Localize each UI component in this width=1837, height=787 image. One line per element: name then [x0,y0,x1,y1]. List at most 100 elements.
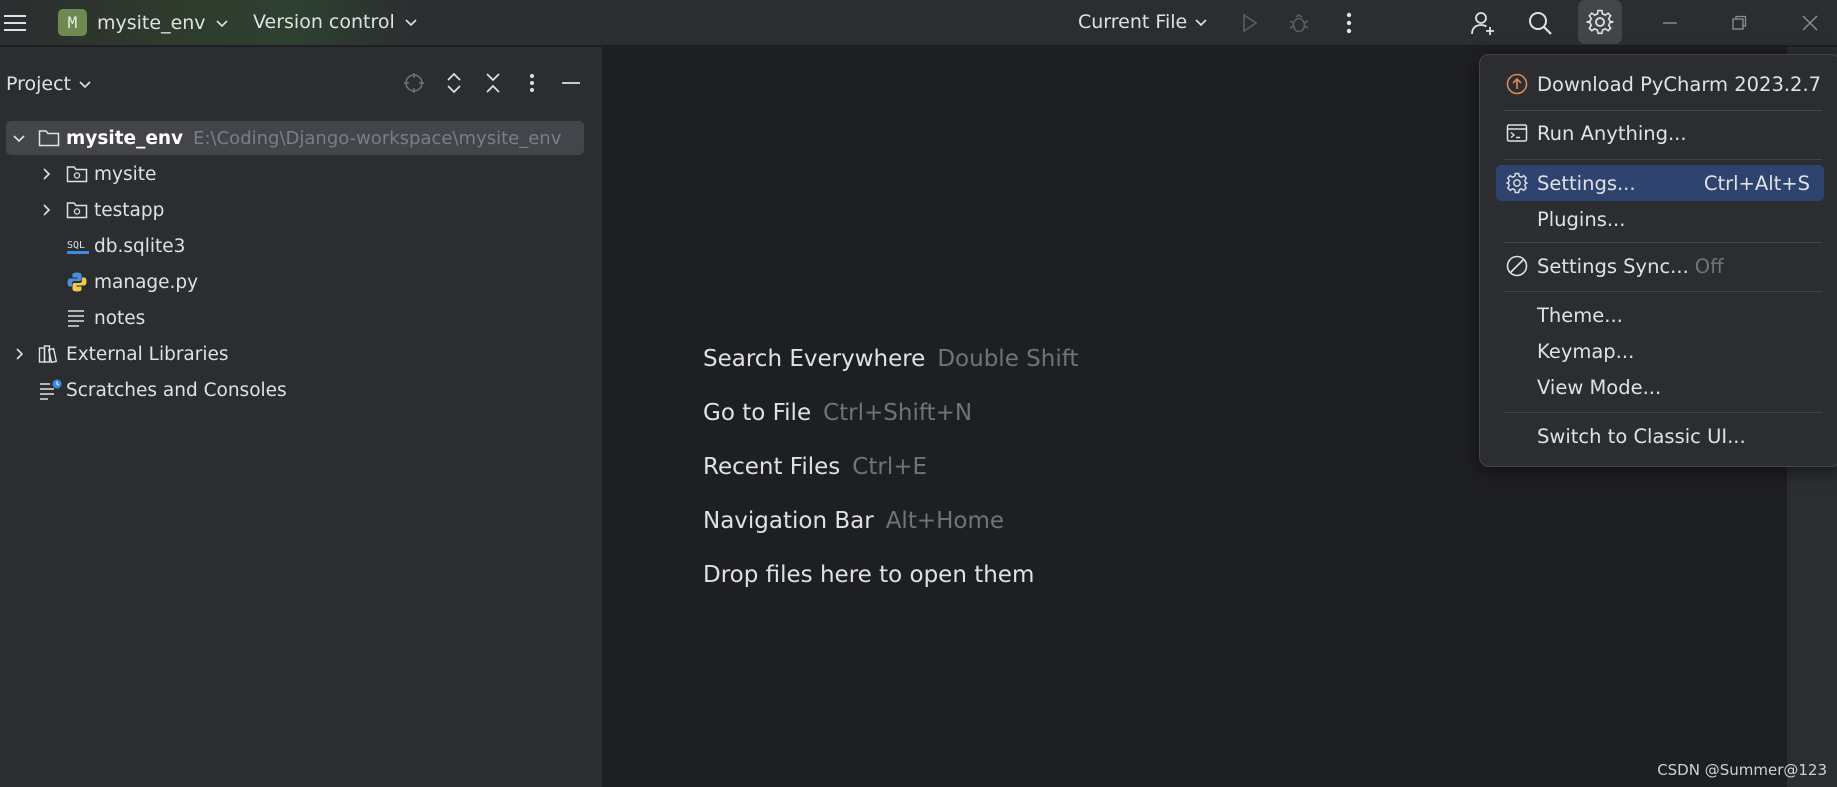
project-switcher[interactable]: M mysite_env [58,9,230,36]
chevron-right-icon [16,348,24,360]
vcs-widget[interactable]: Version control [253,11,419,33]
editor-hint: Navigation Bar Alt+Home [703,508,1004,534]
menu-separator [1504,242,1822,243]
menu-item-settings[interactable]: Settings... Ctrl+Alt+S [1496,165,1824,201]
hint-action: Navigation Bar [703,508,874,534]
tree-row-notes[interactable]: notes [6,301,584,335]
search-icon [1529,12,1552,35]
tree-row-external-libraries[interactable]: External Libraries [6,337,584,371]
hamburger-icon [4,15,26,31]
close-window-button[interactable] [1795,8,1825,38]
editor-hint: Recent Files Ctrl+E [703,454,927,480]
hint-action: Search Everywhere [703,346,926,372]
folder-icon [38,130,60,147]
tree-row-scratches[interactable]: Scratches and Consoles [6,373,584,407]
hide-panel-button[interactable] [557,69,585,97]
add-user-icon [1471,12,1494,35]
hint-action: Recent Files [703,454,841,480]
vcs-label: Version control [253,11,395,33]
menu-item-label: View Mode... [1537,375,1662,399]
menu-item-plugins[interactable]: Plugins... [1496,201,1824,237]
restore-icon [1732,15,1747,30]
chevron-down-icon [1195,19,1207,27]
update-icon [1506,73,1528,95]
libraries-icon [38,345,58,364]
tree-row-testapp[interactable]: testapp [6,193,584,227]
menu-item-theme[interactable]: Theme... [1496,297,1824,333]
minimize-icon [1663,22,1677,24]
expand-all-icon [447,72,461,94]
crosshair-icon [404,73,424,93]
project-name: mysite_env [97,11,206,34]
editor-hint: Drop files here to open them [703,562,1034,588]
tree-label: External Libraries [66,343,229,365]
tree-row-manage-py[interactable]: manage.py [6,265,584,299]
run-config-selector[interactable]: Current File [1078,11,1209,33]
chevron-right-icon [43,204,51,216]
menu-item-label: Plugins... [1537,207,1626,231]
ide-settings-button[interactable] [1578,0,1622,44]
more-vertical-icon [1346,12,1352,34]
project-view-selector[interactable]: Project [6,73,93,95]
hint-shortcut: Ctrl+E [852,454,928,480]
tree-row-mysite[interactable]: mysite [6,157,584,191]
menu-item-run-anything[interactable]: Run Anything... [1496,115,1824,151]
tree-label: Scratches and Consoles [66,379,287,401]
project-tool-window: Project mysite_env E:\Coding\Django-work… [0,47,603,787]
tree-row-root[interactable]: mysite_env E:\Coding\Django-workspace\mys… [6,121,584,155]
svg-text:SQL: SQL [67,240,85,251]
menu-item-label: Settings Sync... [1537,254,1689,278]
title-bar: M mysite_env Version control Current Fil… [0,0,1837,46]
hint-action: Drop files here to open them [703,562,1035,588]
run-anything-icon [1506,124,1528,142]
menu-item-keymap[interactable]: Keymap... [1496,333,1824,369]
restore-button[interactable] [1724,8,1754,38]
hint-shortcut: Ctrl+Shift+N [823,400,973,426]
collapse-all-button[interactable] [479,69,507,97]
menu-item-shortcut: Ctrl+Alt+S [1703,171,1810,195]
more-actions-button[interactable] [1334,8,1364,38]
search-everywhere-button[interactable] [1523,6,1557,40]
text-file-icon [68,310,84,327]
editor-hint: Search Everywhere Double Shift [703,346,1078,372]
menu-separator [1504,412,1822,413]
hint-shortcut: Double Shift [937,346,1079,372]
menu-item-download-update[interactable]: Download PyCharm 2023.2.7 [1496,66,1824,102]
menu-separator [1504,159,1822,160]
debug-icon [1289,14,1309,33]
menu-item-settings-sync[interactable]: Settings Sync... Off [1496,248,1824,284]
python-file-icon [67,272,87,292]
tree-path: E:\Coding\Django-workspace\mysite_env [193,127,562,149]
minimize-icon [562,82,580,84]
menu-item-label: Settings... [1537,171,1636,195]
menu-item-view-mode[interactable]: View Mode... [1496,369,1824,405]
expand-all-button[interactable] [440,69,468,97]
tree-row-db-sqlite3[interactable]: SQL db.sqlite3 [6,229,584,263]
debug-button[interactable] [1284,8,1314,38]
menu-item-label: Run Anything... [1537,121,1687,145]
panel-options-button[interactable] [518,69,546,97]
run-button[interactable] [1234,8,1264,38]
menu-separator [1504,291,1822,292]
menu-item-status: Off [1694,254,1724,278]
select-opened-file-button[interactable] [400,69,428,97]
scratches-icon [40,379,62,400]
module-folder-icon [66,166,88,183]
main-menu-button[interactable] [0,8,30,38]
menu-item-label: Theme... [1537,303,1623,327]
watermark: CSDN @Summer@123 [1657,761,1827,779]
tree-label: testapp [94,199,165,221]
hint-shortcut: Alt+Home [885,508,1005,534]
tree-label: mysite [94,163,157,185]
gear-icon [1586,9,1614,35]
tree-label: notes [94,307,146,329]
collapse-all-icon [486,73,500,93]
code-with-me-button[interactable] [1466,6,1500,40]
project-badge: M [58,9,87,36]
close-icon [1802,15,1818,31]
menu-item-switch-classic-ui[interactable]: Switch to Classic UI... [1496,418,1824,454]
more-vertical-icon [530,74,534,92]
gear-icon [1506,172,1528,194]
minimize-button[interactable] [1655,8,1685,38]
menu-item-label: Download PyCharm 2023.2.7 [1537,72,1822,96]
